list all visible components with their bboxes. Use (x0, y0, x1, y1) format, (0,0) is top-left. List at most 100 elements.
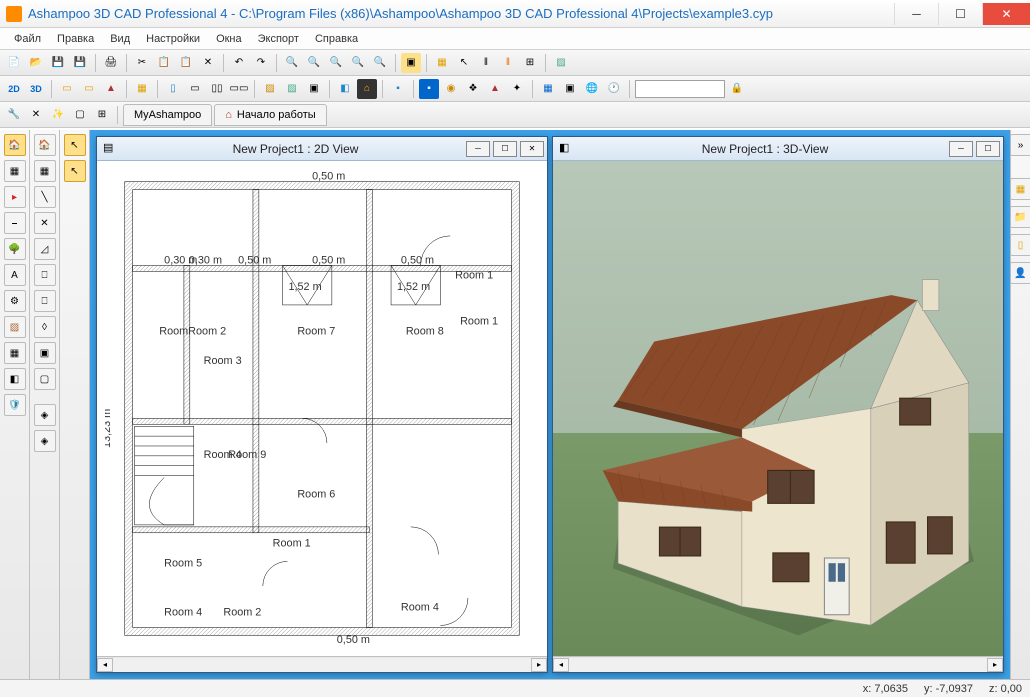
ic2-icon[interactable]: ❖ (463, 79, 483, 99)
3d-button[interactable]: 3D (26, 79, 46, 99)
scroll-right-icon[interactable]: ▸ (987, 658, 1003, 672)
zoomwin-icon[interactable]: 🔍 (370, 53, 390, 73)
zoom-icon[interactable]: 🔍 (282, 53, 302, 73)
tile3-icon[interactable]: ▯▯ (207, 79, 227, 99)
shield-icon[interactable]: 🛡 (4, 394, 26, 416)
menu-settings[interactable]: Настройки (140, 31, 206, 47)
floor-icon[interactable]: ▭ (57, 79, 77, 99)
globe-icon[interactable]: 🌐 (582, 79, 602, 99)
tile1-icon[interactable]: ▯ (163, 79, 183, 99)
3d-canvas[interactable] (553, 161, 1003, 656)
obj1-icon[interactable]: ▨ (260, 79, 280, 99)
2d-min-button[interactable]: ─ (466, 141, 490, 157)
tool4-icon[interactable]: ▢ (70, 105, 90, 125)
select-icon[interactable]: ▣ (401, 53, 421, 73)
maximize-button[interactable]: ☐ (938, 3, 982, 25)
close-button[interactable]: ✕ (982, 3, 1030, 25)
gear-icon[interactable]: ⚙ (4, 290, 26, 312)
print-icon[interactable]: 🖨 (101, 53, 121, 73)
snap3-icon[interactable]: ⊞ (520, 53, 540, 73)
3d-view-titlebar[interactable]: ◧ New Project1 : 3D-View ─ ☐ (553, 137, 1003, 161)
cut-icon[interactable]: ✂ (132, 53, 152, 73)
tab-myashampoo[interactable]: MyAshampoo (123, 104, 212, 126)
zoomfit-icon[interactable]: 🔍 (348, 53, 368, 73)
pointer-icon[interactable]: ↖ (64, 134, 86, 156)
cube2-icon[interactable]: ▣ (34, 342, 56, 364)
wall2-icon[interactable]: ⎕ (34, 290, 56, 312)
floor2-icon[interactable]: ▭ (79, 79, 99, 99)
scroll-left-icon[interactable]: ◂ (97, 658, 113, 672)
snap-icon[interactable]: ‖ (476, 53, 496, 73)
2d-max-button[interactable]: ☐ (493, 141, 517, 157)
clock-icon[interactable]: 🕐 (604, 79, 624, 99)
box2-icon[interactable]: ▢ (34, 368, 56, 390)
tool1-icon[interactable]: 🔧 (4, 105, 24, 125)
tree-icon[interactable]: 🌳 (4, 238, 26, 260)
rp-folder-icon[interactable]: 📁 (1010, 206, 1030, 228)
shape-icon[interactable]: ◊ (34, 316, 56, 338)
cube-icon[interactable]: ◧ (4, 368, 26, 390)
expand-icon[interactable]: » (1010, 134, 1030, 156)
wall-icon[interactable]: ⎕ (34, 264, 56, 286)
tool2-icon[interactable]: ✕ (26, 105, 46, 125)
2d-close-button[interactable]: ✕ (520, 141, 544, 157)
building-icon[interactable]: 🏠 (4, 134, 26, 156)
lock-icon[interactable]: 🔒 (727, 79, 747, 99)
menu-help[interactable]: Справка (309, 31, 364, 47)
pointer2-icon[interactable]: ↖ (64, 160, 86, 182)
grid3-icon[interactable]: ▦ (4, 342, 26, 364)
menu-export[interactable]: Экспорт (252, 31, 305, 47)
angle-icon[interactable]: ◿ (34, 238, 56, 260)
snap2-icon[interactable]: ‖ (498, 53, 518, 73)
undo-icon[interactable]: ↶ (229, 53, 249, 73)
menu-file[interactable]: Файл (8, 31, 47, 47)
obj3-icon[interactable]: ▣ (304, 79, 324, 99)
3d-max-button[interactable]: ☐ (976, 141, 1000, 157)
2d-button[interactable]: 2D (4, 79, 24, 99)
tool3-icon[interactable]: ✨ (48, 105, 68, 125)
text-tool-icon[interactable]: A (4, 264, 26, 286)
rp-person-icon[interactable]: 👤 (1010, 262, 1030, 284)
menu-windows[interactable]: Окна (210, 31, 248, 47)
delete-icon[interactable]: ✕ (198, 53, 218, 73)
layer-icon[interactable]: ▨ (551, 53, 571, 73)
scroll-left-icon[interactable]: ◂ (553, 658, 569, 672)
house-icon[interactable]: ⌂ (357, 79, 377, 99)
menu-view[interactable]: Вид (104, 31, 136, 47)
sq-icon[interactable]: ▪ (388, 79, 408, 99)
menu-edit[interactable]: Правка (51, 31, 100, 47)
open-icon[interactable]: 📂 (26, 53, 46, 73)
win1-icon[interactable]: ▦ (132, 79, 152, 99)
minimize-button[interactable]: ─ (894, 3, 938, 25)
paste-icon[interactable]: 📋 (176, 53, 196, 73)
3d-min-button[interactable]: ─ (949, 141, 973, 157)
grid-icon[interactable]: ▦ (432, 53, 452, 73)
ic3-icon[interactable]: ▲ (485, 79, 505, 99)
col-icon[interactable]: ▪ (419, 79, 439, 99)
ic5-icon[interactable]: ▣ (560, 79, 580, 99)
obj2-icon[interactable]: ▨ (282, 79, 302, 99)
save-icon[interactable]: 💾 (48, 53, 68, 73)
3d-scrollbar[interactable]: ◂ ▸ (553, 656, 1003, 672)
saveall-icon[interactable]: 💾 (70, 53, 90, 73)
2d-canvas[interactable]: RoomRoom 2 Room 3 Room 7 Room 8 Room 1 R… (97, 161, 547, 656)
ic4-icon[interactable]: ✦ (507, 79, 527, 99)
iso2-icon[interactable]: ◈ (34, 430, 56, 452)
grid-tool-icon[interactable]: ▦ (4, 160, 26, 182)
flag-icon[interactable]: ▸ (4, 186, 26, 208)
zoomin-icon[interactable]: 🔍 (304, 53, 324, 73)
ic1-icon[interactable]: ◉ (441, 79, 461, 99)
scroll-right-icon[interactable]: ▸ (531, 658, 547, 672)
copy-icon[interactable]: 📋 (154, 53, 174, 73)
tile4-icon[interactable]: ▭▭ (229, 79, 249, 99)
mark-icon[interactable]: ✕ (34, 212, 56, 234)
grid2-icon[interactable]: ▦ (538, 79, 558, 99)
diag-icon[interactable]: ╲ (34, 186, 56, 208)
2d-scrollbar[interactable]: ◂ ▸ (97, 656, 547, 672)
zoomout-icon[interactable]: 🔍 (326, 53, 346, 73)
rp-icon2[interactable]: ▯ (1010, 234, 1030, 256)
texture-icon[interactable]: ▨ (4, 316, 26, 338)
gridsnap-icon[interactable]: ▦ (34, 160, 56, 182)
line-tool-icon[interactable]: ⎯ (4, 212, 26, 234)
new-icon[interactable]: 📄 (4, 53, 24, 73)
